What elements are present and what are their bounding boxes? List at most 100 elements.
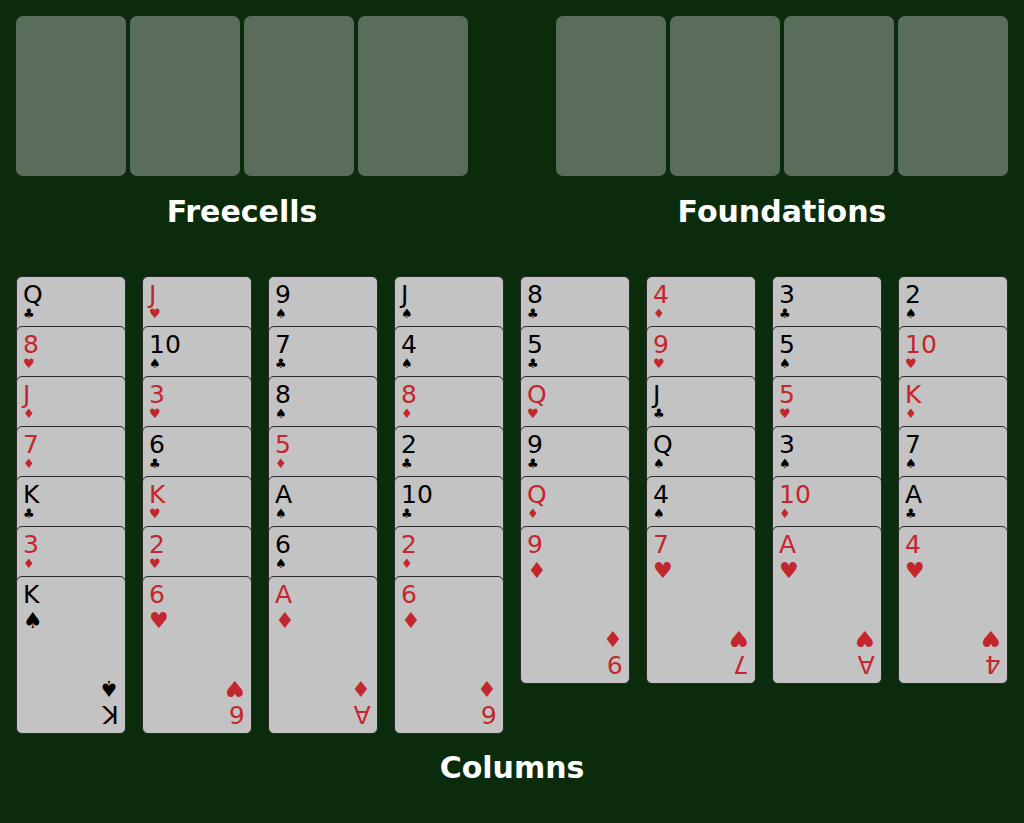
card-suit: ♦ bbox=[23, 407, 125, 420]
card-corner: A♥ bbox=[855, 626, 875, 677]
card-rank: 9 bbox=[527, 432, 629, 458]
card-rank: 10 bbox=[149, 332, 251, 358]
playing-card[interactable]: 6♦6♦ bbox=[394, 576, 504, 734]
card-suit: ♥ bbox=[981, 626, 1001, 650]
card-rank: J bbox=[401, 282, 503, 308]
card-rank: 7 bbox=[733, 651, 749, 677]
card-column: 4♦9♥J♣Q♠4♠7♥7♥ bbox=[646, 276, 756, 734]
foundation-slot[interactable] bbox=[784, 16, 894, 176]
card-suit: ♣ bbox=[401, 457, 503, 470]
foundation-slot[interactable] bbox=[670, 16, 780, 176]
card-rank: 3 bbox=[23, 532, 125, 558]
freecell-slot[interactable] bbox=[358, 16, 468, 176]
card-rank: 5 bbox=[527, 332, 629, 358]
card-suit: ♣ bbox=[401, 507, 503, 520]
card-rank: 8 bbox=[527, 282, 629, 308]
card-rank: 4 bbox=[985, 651, 1001, 677]
card-rank: 7 bbox=[905, 432, 1007, 458]
freecell-slot[interactable] bbox=[244, 16, 354, 176]
card-suit: ♠ bbox=[275, 507, 377, 520]
card-rank: 10 bbox=[905, 332, 1007, 358]
card-rank: K bbox=[149, 482, 251, 508]
card-rank: A bbox=[858, 651, 875, 677]
card-suit: ♠ bbox=[275, 407, 377, 420]
card-suit: ♥ bbox=[905, 357, 1007, 370]
card-column: Q♣8♥J♦7♦K♣3♦K♠K♠ bbox=[16, 276, 126, 734]
playing-card[interactable]: K♠K♠ bbox=[16, 576, 126, 734]
card-rank: Q bbox=[653, 432, 755, 458]
card-suit: ♠ bbox=[653, 457, 755, 470]
card-suit: ♠ bbox=[779, 357, 881, 370]
card-rank: 9 bbox=[527, 532, 629, 558]
card-suit: ♥ bbox=[149, 557, 251, 570]
card-rank: 2 bbox=[149, 532, 251, 558]
card-suit: ♥ bbox=[149, 407, 251, 420]
card-rank: 10 bbox=[401, 482, 503, 508]
card-rank: 8 bbox=[275, 382, 377, 408]
card-rank: K bbox=[103, 701, 119, 727]
card-rank: Q bbox=[527, 382, 629, 408]
card-rank: 3 bbox=[779, 282, 881, 308]
card-suit: ♣ bbox=[527, 307, 629, 320]
card-suit: ♣ bbox=[905, 507, 1007, 520]
card-suit: ♦ bbox=[23, 457, 125, 470]
card-suit: ♦ bbox=[401, 609, 503, 633]
card-rank: 2 bbox=[401, 532, 503, 558]
card-suit: ♠ bbox=[401, 357, 503, 370]
card-corner: 6♥ bbox=[225, 676, 245, 727]
card-suit: ♦ bbox=[401, 407, 503, 420]
card-suit: ♦ bbox=[351, 676, 371, 700]
card-corner: 7♥ bbox=[729, 626, 749, 677]
card-suit: ♥ bbox=[729, 626, 749, 650]
freecells-label: Freecells bbox=[167, 194, 318, 230]
card-rank: 6 bbox=[149, 432, 251, 458]
freecell-slot[interactable] bbox=[130, 16, 240, 176]
card-rank: 3 bbox=[779, 432, 881, 458]
card-rank: 5 bbox=[275, 432, 377, 458]
card-column: J♠4♠8♦2♣10♣2♦6♦6♦ bbox=[394, 276, 504, 734]
card-suit: ♥ bbox=[149, 507, 251, 520]
foundation-slot[interactable] bbox=[898, 16, 1008, 176]
card-suit: ♣ bbox=[23, 307, 125, 320]
card-rank: 3 bbox=[149, 382, 251, 408]
card-rank: J bbox=[149, 282, 251, 308]
card-suit: ♥ bbox=[653, 357, 755, 370]
foundations-slots bbox=[556, 16, 1008, 176]
card-rank: K bbox=[23, 582, 125, 608]
card-suit: ♠ bbox=[401, 307, 503, 320]
card-column: 9♠7♣8♠5♦A♠6♠A♦A♦ bbox=[268, 276, 378, 734]
playing-card[interactable]: A♥A♥ bbox=[772, 526, 882, 684]
card-rank: 6 bbox=[229, 701, 245, 727]
card-suit: ♥ bbox=[905, 559, 1007, 583]
card-suit: ♣ bbox=[23, 507, 125, 520]
card-suit: ♦ bbox=[653, 307, 755, 320]
card-rank: J bbox=[653, 382, 755, 408]
card-rank: 6 bbox=[275, 532, 377, 558]
card-suit: ♣ bbox=[149, 457, 251, 470]
card-suit: ♠ bbox=[905, 307, 1007, 320]
card-rank: 6 bbox=[481, 701, 497, 727]
card-rank: 8 bbox=[401, 382, 503, 408]
card-suit: ♠ bbox=[653, 507, 755, 520]
card-suit: ♥ bbox=[855, 626, 875, 650]
columns-area: Q♣8♥J♦7♦K♣3♦K♠K♠J♥10♠3♥6♣K♥2♥6♥6♥9♠7♣8♠5… bbox=[16, 276, 1008, 734]
card-corner: 4♥ bbox=[981, 626, 1001, 677]
playing-card[interactable]: 4♥4♥ bbox=[898, 526, 1008, 684]
card-rank: 6 bbox=[149, 582, 251, 608]
top-area: FreecellsFoundations bbox=[16, 16, 1008, 230]
card-rank: 4 bbox=[653, 282, 755, 308]
playing-card[interactable]: 7♥7♥ bbox=[646, 526, 756, 684]
columns-label: Columns bbox=[440, 750, 585, 786]
foundation-slot[interactable] bbox=[556, 16, 666, 176]
card-suit: ♦ bbox=[527, 559, 629, 583]
playing-card[interactable]: 9♦9♦ bbox=[520, 526, 630, 684]
card-suit: ♥ bbox=[149, 609, 251, 633]
card-rank: 9 bbox=[653, 332, 755, 358]
card-suit: ♥ bbox=[225, 676, 245, 700]
card-rank: 9 bbox=[607, 651, 623, 677]
card-suit: ♥ bbox=[527, 407, 629, 420]
playing-card[interactable]: 6♥6♥ bbox=[142, 576, 252, 734]
card-suit: ♦ bbox=[477, 676, 497, 700]
playing-card[interactable]: A♦A♦ bbox=[268, 576, 378, 734]
freecell-slot[interactable] bbox=[16, 16, 126, 176]
